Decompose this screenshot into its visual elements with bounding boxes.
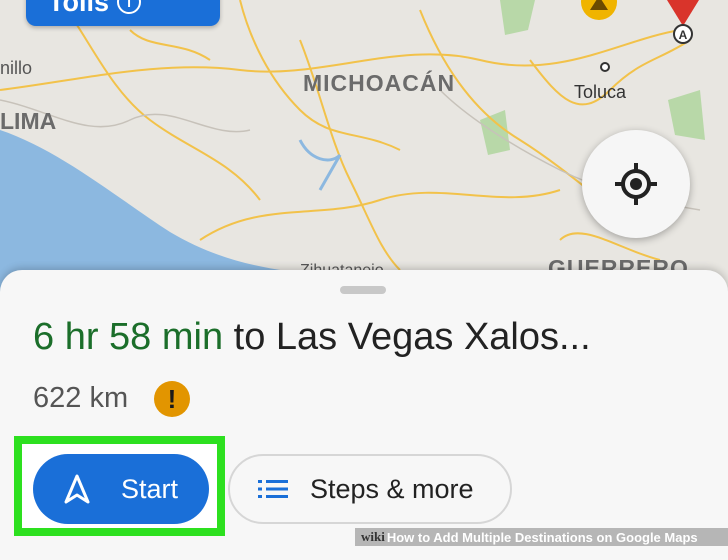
drag-handle[interactable]	[340, 286, 386, 294]
pin-letter: A	[679, 28, 688, 42]
watermark-wiki: wiki	[361, 529, 385, 544]
steps-label: Steps & more	[310, 473, 474, 504]
info-icon: i	[117, 0, 142, 14]
watermark-text: How to Add Multiple Destinations on Goog…	[386, 529, 698, 545]
warning-icon[interactable]: !	[154, 381, 190, 417]
start-label: Start	[121, 473, 179, 504]
map-label-lima: LIMA	[0, 108, 57, 134]
route-bottom-sheet[interactable]: 6 hr 58 min to Las Vegas Xalos... 622 km…	[0, 270, 728, 560]
route-destination: to Las Vegas Xalos...	[233, 316, 591, 358]
my-location-icon	[615, 163, 657, 205]
map-label-nillo: nillo	[0, 58, 33, 78]
tolls-button[interactable]: Tolls i	[26, 0, 220, 26]
toluca-city-dot	[600, 62, 610, 72]
route-distance: 622 km	[33, 382, 129, 414]
route-duration: 6 hr 58 min	[33, 316, 224, 358]
start-button[interactable]: Start	[33, 454, 209, 524]
list-icon	[258, 480, 288, 498]
tolls-label: Tolls	[48, 0, 110, 17]
route-summary: 6 hr 58 min to Las Vegas Xalos...	[33, 316, 591, 359]
map-label-michoacan: MICHOACÁN	[303, 70, 456, 96]
navigation-arrow-icon	[64, 474, 90, 504]
map-label-toluca: Toluca	[574, 82, 627, 102]
my-location-button[interactable]	[582, 130, 690, 238]
watermark: wiki How to Add Multiple Destinations on…	[355, 528, 728, 546]
steps-and-more-button[interactable]: Steps & more	[228, 454, 512, 524]
